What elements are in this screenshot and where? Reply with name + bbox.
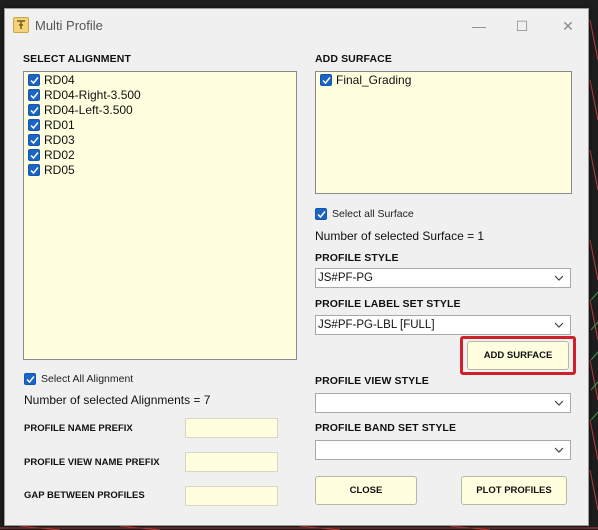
list-item-label: RD05	[44, 162, 75, 177]
list-item[interactable]: RD01	[24, 117, 296, 132]
add-surface-button[interactable]: ADD SURFACE	[467, 341, 569, 370]
minimize-button[interactable]: —	[468, 15, 490, 37]
profile-label-set-style-label: PROFILE LABEL SET STYLE	[315, 298, 461, 310]
select-all-alignment-label: Select All Alignment	[41, 373, 134, 385]
list-item[interactable]: RD04-Right-3.500	[24, 87, 296, 102]
list-item[interactable]: Final_Grading	[316, 72, 571, 87]
checkbox-checked-icon[interactable]	[28, 88, 40, 101]
plot-profiles-button[interactable]: PLOT PROFILES	[461, 476, 567, 505]
close-button[interactable]: CLOSE	[315, 476, 417, 505]
list-item-label: RD02	[44, 147, 75, 162]
checkbox-checked-icon[interactable]	[28, 148, 40, 161]
surface-count-text: Number of selected Surface = 1	[315, 229, 485, 243]
list-item[interactable]: RD04-Left-3.500	[24, 102, 296, 117]
gap-between-profiles-input[interactable]	[185, 486, 278, 506]
list-item-label: Final_Grading	[336, 72, 412, 87]
list-item-label: RD04	[44, 72, 75, 87]
chevron-down-icon	[554, 400, 564, 406]
select-all-surface-label: Select all Surface	[332, 208, 414, 220]
add-surface-header: ADD SURFACE	[315, 53, 392, 65]
alignment-count-text: Number of selected Alignments = 7	[24, 393, 211, 407]
window-title: Multi Profile	[35, 18, 103, 33]
list-item-label: RD03	[44, 132, 75, 147]
checkbox-checked-icon[interactable]	[28, 133, 40, 146]
profile-style-label: PROFILE STYLE	[315, 252, 399, 264]
list-item-label: RD01	[44, 117, 75, 132]
profile-view-name-prefix-label: PROFILE VIEW NAME PREFIX	[24, 457, 160, 468]
profile-style-dropdown[interactable]: JS#PF-PG	[315, 268, 571, 288]
list-item[interactable]: RD04	[24, 72, 296, 87]
checkbox-checked-icon[interactable]	[28, 103, 40, 116]
checkbox-checked-icon[interactable]	[28, 163, 40, 176]
list-item[interactable]: RD03	[24, 132, 296, 147]
gap-between-profiles-label: GAP BETWEEN PROFILES	[24, 490, 145, 501]
chevron-down-icon	[554, 322, 564, 328]
list-item[interactable]: RD02	[24, 147, 296, 162]
title-bar: Multi Profile — ☐ ✕	[5, 9, 588, 43]
select-alignment-header: SELECT ALIGNMENT	[23, 53, 131, 65]
profile-label-set-style-value: JS#PF-PG-LBL [FULL]	[318, 319, 435, 331]
list-item[interactable]: RD05	[24, 162, 296, 177]
profile-name-prefix-input[interactable]	[185, 418, 278, 438]
profile-style-value: JS#PF-PG	[318, 272, 373, 284]
profile-band-set-style-dropdown[interactable]	[315, 440, 571, 460]
list-item-label: RD04-Left-3.500	[44, 102, 133, 117]
maximize-button[interactable]: ☐	[511, 15, 533, 37]
profile-band-set-style-label: PROFILE BAND SET STYLE	[315, 422, 457, 434]
checkbox-checked-icon	[24, 373, 36, 385]
alignment-listbox[interactable]: RD04 RD04-Right-3.500 RD04-Left-3.500 RD01 R…	[23, 71, 297, 360]
multi-profile-dialog: Multi Profile — ☐ ✕ SELECT ALIGNMENT RD0…	[4, 8, 589, 526]
select-all-alignment-checkbox[interactable]: Select All Alignment	[24, 373, 133, 385]
app-icon	[13, 17, 29, 33]
chevron-down-icon	[554, 275, 564, 281]
checkbox-checked-icon[interactable]	[320, 73, 332, 86]
checkbox-checked-icon[interactable]	[28, 73, 40, 86]
profile-view-style-label: PROFILE VIEW STYLE	[315, 375, 429, 387]
profile-label-set-style-dropdown[interactable]: JS#PF-PG-LBL [FULL]	[315, 315, 571, 335]
profile-name-prefix-label: PROFILE NAME PREFIX	[24, 423, 133, 434]
checkbox-checked-icon[interactable]	[28, 118, 40, 131]
surface-listbox[interactable]: Final_Grading	[315, 71, 572, 194]
profile-view-style-dropdown[interactable]	[315, 393, 571, 413]
checkbox-checked-icon	[315, 208, 327, 220]
list-item-label: RD04-Right-3.500	[44, 87, 141, 102]
profile-view-name-prefix-input[interactable]	[185, 452, 278, 472]
close-window-button[interactable]: ✕	[557, 15, 579, 37]
chevron-down-icon	[554, 447, 564, 453]
select-all-surface-checkbox[interactable]: Select all Surface	[315, 208, 414, 220]
